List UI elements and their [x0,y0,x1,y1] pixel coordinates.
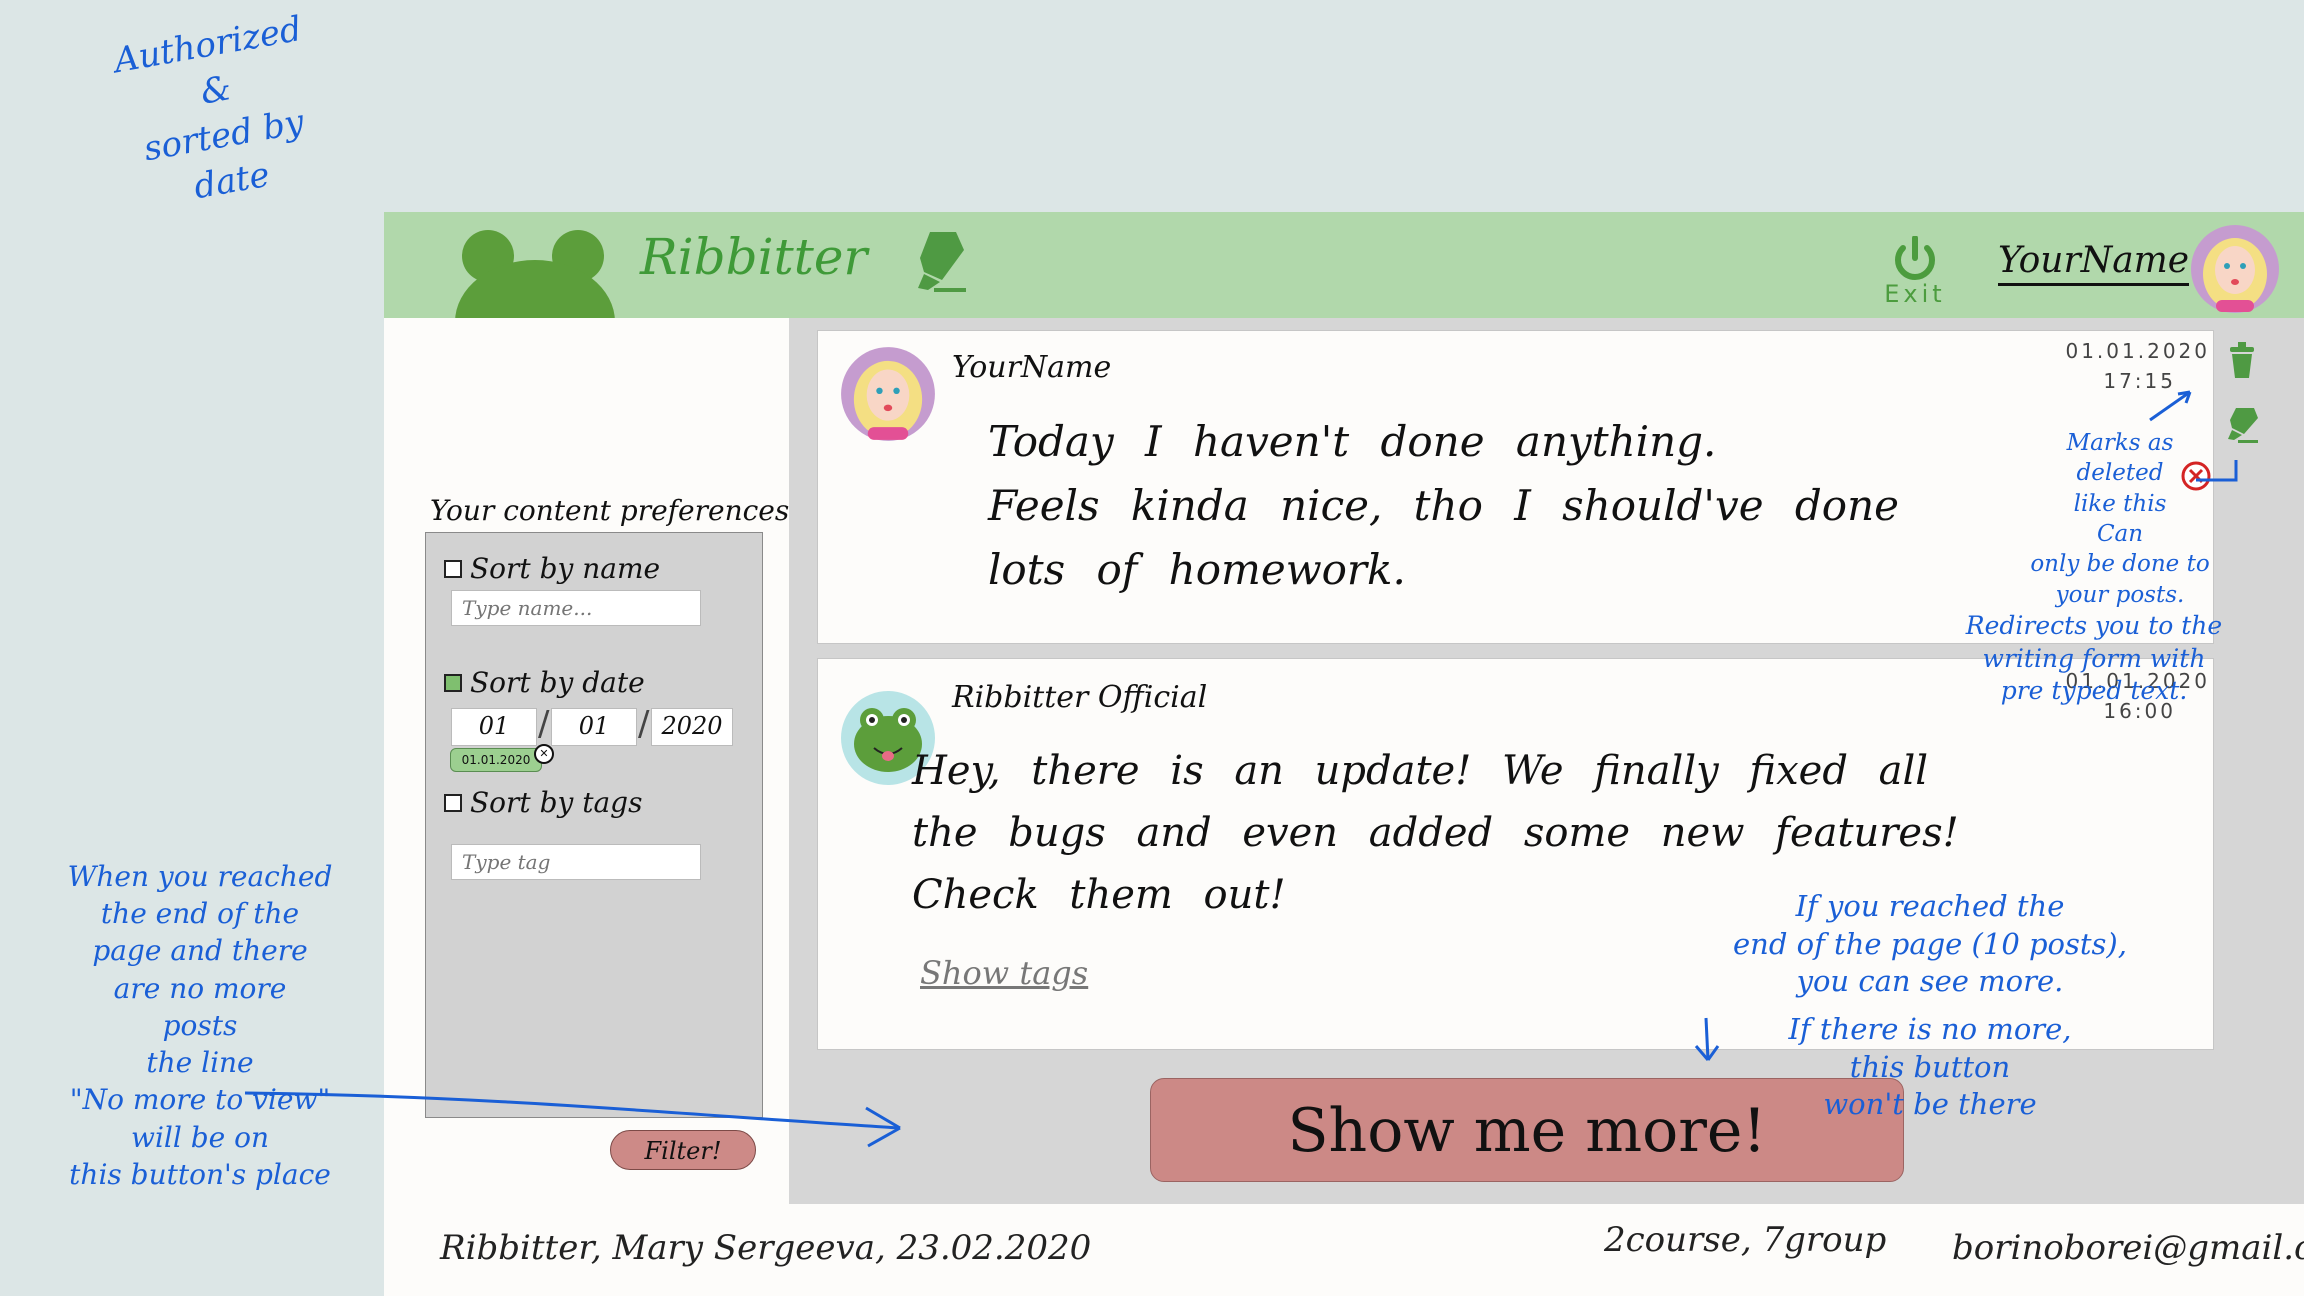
annotation-end-of-page: If you reached the end of the page (10 p… [1733,889,2127,1122]
annotation-no-more-posts: When you reached the end of the page and… [67,860,333,1191]
